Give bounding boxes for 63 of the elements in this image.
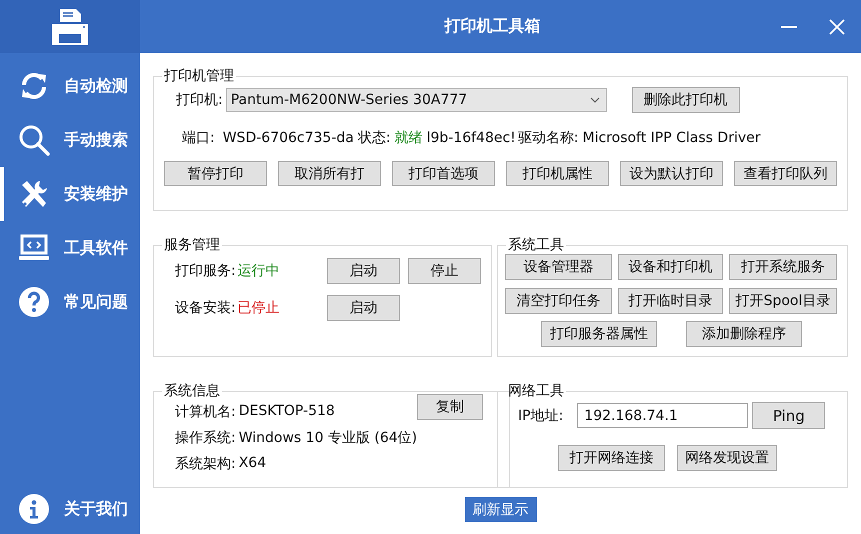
action-button[interactable]: 取消所有打 — [278, 161, 381, 186]
chevron-down-icon — [590, 97, 600, 103]
group-title: 网络工具 — [508, 383, 564, 399]
field-label: 设备安装: — [175, 299, 236, 317]
driver-value: Microsoft IPP Class Driver — [582, 130, 761, 146]
port-value: l9b-16f48ec! — [426, 130, 516, 146]
group-title: 系统信息 — [164, 383, 220, 399]
service-status: 运行中 — [238, 262, 280, 280]
tool-button[interactable]: 清空打印任务 — [505, 288, 612, 314]
network-button[interactable]: 网络发现设置 — [677, 445, 777, 471]
sidebar-item[interactable]: 关于我们 — [0, 484, 140, 534]
field-label: 计算机名: — [175, 403, 236, 421]
help-icon — [18, 286, 50, 318]
service-button[interactable]: 启动 — [327, 295, 400, 321]
service-button[interactable]: 停止 — [408, 258, 481, 284]
printer-icon — [51, 8, 89, 46]
field-label: 端口: — [182, 129, 215, 147]
field-label: IP地址: — [518, 406, 564, 424]
search-icon — [18, 124, 50, 156]
tool-button[interactable]: 添加删除程序 — [686, 321, 802, 347]
network-button[interactable]: 打开网络连接 — [558, 445, 665, 471]
tool-button[interactable]: 设备管理器 — [505, 254, 612, 280]
field-label: 打印服务: — [175, 262, 236, 280]
delete-printer-button[interactable]: 删除此打印机 — [632, 87, 740, 113]
laptop-code-icon — [18, 234, 50, 262]
sidebar-item[interactable]: 手动搜索 — [0, 113, 140, 167]
port-value: WSD-6706c735-da — [222, 130, 354, 146]
service-status: 已停止 — [238, 299, 280, 317]
sidebar-item[interactable]: 自动检测 — [0, 59, 140, 113]
refresh-button[interactable]: 刷新显示 — [464, 497, 536, 522]
ping-button[interactable]: Ping — [752, 402, 826, 429]
minimize-icon[interactable] — [781, 26, 797, 28]
tool-button[interactable]: 设备和打印机 — [618, 254, 723, 280]
close-icon[interactable] — [829, 18, 845, 34]
sidebar-item[interactable]: 常见问题 — [0, 275, 140, 329]
service-button[interactable]: 启动 — [327, 258, 400, 284]
ip-field[interactable]: 192.168.74.1 — [577, 403, 748, 428]
field-value: DESKTOP-518 — [238, 403, 335, 421]
printer-dropdown[interactable]: Pantum-M6200NW-Series 30A777 — [226, 88, 607, 112]
action-button[interactable]: 查看打印队列 — [734, 161, 837, 186]
field-label: 操作系统: — [175, 429, 236, 447]
field-value: X64 — [238, 455, 266, 473]
tool-button[interactable]: 打开Spool目录 — [729, 288, 837, 314]
tool-button[interactable]: 打开临时目录 — [618, 288, 723, 314]
field-label: 系统架构: — [175, 455, 236, 473]
action-button[interactable]: 打印机属性 — [506, 161, 609, 186]
tool-button[interactable]: 打印服务器属性 — [541, 321, 657, 347]
group-title: 服务管理 — [164, 237, 220, 253]
info-icon — [18, 493, 50, 525]
tool-button[interactable]: 打开系统服务 — [729, 254, 837, 280]
field-label: 打印机: — [176, 91, 223, 109]
action-button[interactable]: 设为默认打印 — [620, 161, 723, 186]
group-title: 系统工具 — [508, 237, 564, 253]
copy-button[interactable]: 复制 — [417, 394, 484, 420]
group-title: 打印机管理 — [164, 68, 234, 84]
status-value: 就绪 — [394, 129, 423, 147]
action-button[interactable]: 暂停打印 — [164, 161, 267, 186]
sidebar-item[interactable]: 工具软件 — [0, 221, 140, 275]
field-label: 状态: — [358, 129, 391, 147]
field-label: 驱动名称: — [518, 129, 579, 147]
action-button[interactable]: 打印首选项 — [392, 161, 495, 186]
window-title: 打印机工具箱 — [443, 16, 542, 37]
field-value: Windows 10 专业版 (64位) — [238, 429, 418, 447]
